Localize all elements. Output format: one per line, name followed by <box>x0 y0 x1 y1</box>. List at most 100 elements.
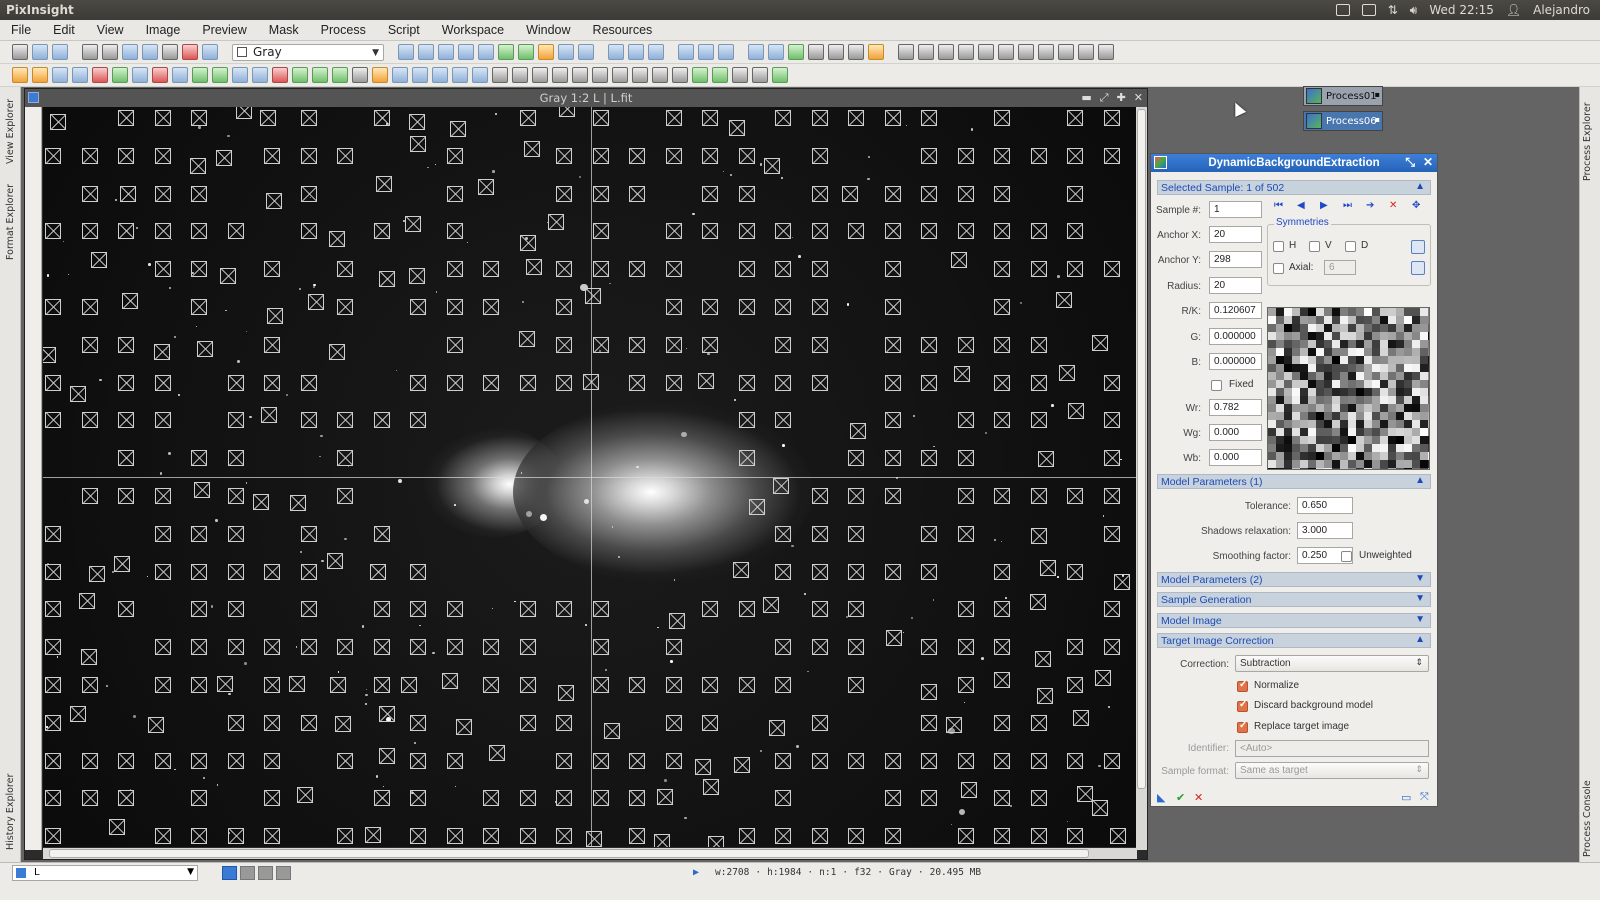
background-sample[interactable] <box>556 714 572 731</box>
fixed-checkbox[interactable] <box>1211 380 1222 391</box>
background-sample[interactable] <box>45 601 61 618</box>
scale-icon[interactable] <box>478 44 494 60</box>
radius-field[interactable]: 20 <box>1209 277 1262 294</box>
background-sample[interactable] <box>556 790 572 807</box>
background-sample[interactable] <box>1068 402 1085 419</box>
background-sample[interactable] <box>1039 560 1056 577</box>
menu-mask[interactable]: Mask <box>258 23 310 37</box>
background-sample[interactable] <box>300 563 317 580</box>
background-sample[interactable] <box>629 677 645 693</box>
background-sample[interactable] <box>957 185 974 202</box>
background-sample[interactable] <box>1058 365 1075 382</box>
background-sample[interactable] <box>446 828 463 845</box>
paste-icon[interactable] <box>102 44 118 60</box>
background-sample[interactable] <box>592 790 609 807</box>
background-sample[interactable] <box>884 412 901 429</box>
process-19-icon[interactable] <box>372 67 388 83</box>
background-sample[interactable] <box>884 488 901 504</box>
background-sample[interactable] <box>994 223 1010 240</box>
background-sample[interactable] <box>264 261 280 278</box>
background-sample[interactable] <box>738 677 755 693</box>
background-sample[interactable] <box>118 223 134 240</box>
background-sample[interactable] <box>410 601 426 618</box>
tool-2-icon[interactable] <box>1078 44 1094 60</box>
horizontal-scrollbar-thumb[interactable] <box>49 849 1089 858</box>
background-sample[interactable] <box>592 639 609 656</box>
background-sample[interactable] <box>994 563 1010 580</box>
background-sample[interactable] <box>1103 147 1120 164</box>
process-explorer-tab[interactable]: Process Explorer <box>1582 91 1599 181</box>
background-sample[interactable] <box>1029 593 1046 610</box>
background-sample[interactable] <box>1067 639 1083 656</box>
background-sample[interactable] <box>884 450 901 467</box>
background-sample[interactable] <box>520 234 537 251</box>
background-sample[interactable] <box>1067 261 1083 278</box>
background-sample[interactable] <box>1030 336 1047 353</box>
background-sample[interactable] <box>1034 650 1051 667</box>
process-8-icon[interactable] <box>152 67 168 83</box>
background-sample[interactable] <box>702 714 718 731</box>
background-sample[interactable] <box>558 107 575 118</box>
background-sample[interactable] <box>410 828 426 845</box>
background-sample[interactable] <box>108 819 125 836</box>
background-sample[interactable] <box>519 790 536 807</box>
background-sample[interactable] <box>1030 752 1047 769</box>
background-sample[interactable] <box>259 110 276 127</box>
background-sample[interactable] <box>378 747 395 764</box>
background-sample[interactable] <box>665 714 682 731</box>
mail-icon[interactable] <box>1361 4 1376 16</box>
background-sample[interactable] <box>953 366 970 383</box>
background-sample[interactable] <box>219 268 236 285</box>
background-sample[interactable] <box>81 185 98 202</box>
background-sample[interactable] <box>592 223 609 240</box>
background-sample[interactable] <box>583 374 600 391</box>
background-sample[interactable] <box>489 745 505 762</box>
background-sample[interactable] <box>775 563 791 580</box>
background-sample[interactable] <box>592 110 609 126</box>
background-sample[interactable] <box>994 828 1010 845</box>
preview-icon[interactable] <box>748 44 764 60</box>
background-sample[interactable] <box>921 525 937 542</box>
background-sample[interactable] <box>921 563 937 580</box>
background-sample[interactable] <box>45 223 61 240</box>
background-sample[interactable] <box>592 601 609 618</box>
anchor-y-field[interactable]: 298 <box>1209 251 1262 268</box>
process-21-icon[interactable] <box>412 67 428 83</box>
background-sample[interactable] <box>738 147 755 164</box>
tolerance-field[interactable]: 0.650 <box>1297 497 1353 514</box>
background-sample[interactable] <box>884 752 901 769</box>
document-icon[interactable]: ▭ <box>1401 791 1411 804</box>
background-sample[interactable] <box>81 336 98 353</box>
background-sample[interactable] <box>409 113 426 130</box>
background-sample[interactable] <box>921 336 937 353</box>
background-sample[interactable] <box>409 267 426 284</box>
background-sample[interactable] <box>118 110 134 126</box>
background-sample[interactable] <box>191 601 207 618</box>
background-sample[interactable] <box>519 677 536 693</box>
background-sample[interactable] <box>364 826 381 843</box>
background-sample[interactable] <box>446 336 463 353</box>
background-sample[interactable] <box>300 601 317 618</box>
process-39-icon[interactable] <box>772 67 788 83</box>
background-sample[interactable] <box>994 714 1010 731</box>
background-sample[interactable] <box>191 525 207 542</box>
background-sample[interactable] <box>957 412 974 429</box>
background-sample[interactable] <box>775 110 791 126</box>
new-window-icon[interactable] <box>52 44 68 60</box>
zoom-2-icon[interactable] <box>628 44 644 60</box>
process-20-icon[interactable] <box>392 67 408 83</box>
background-sample[interactable] <box>848 828 864 845</box>
background-sample[interactable] <box>191 223 207 240</box>
background-sample[interactable] <box>373 525 390 542</box>
background-sample[interactable] <box>264 336 280 353</box>
background-sample[interactable] <box>698 373 715 390</box>
background-sample[interactable] <box>702 147 718 164</box>
background-sample[interactable] <box>227 412 244 429</box>
background-sample[interactable] <box>300 223 317 240</box>
background-sample[interactable] <box>118 147 134 164</box>
background-sample[interactable] <box>775 639 791 656</box>
section-selected-sample[interactable]: Selected Sample: 1 of 502 ▲ <box>1157 180 1431 195</box>
process-28-icon[interactable] <box>552 67 568 83</box>
background-sample[interactable] <box>154 344 171 361</box>
background-sample[interactable] <box>1103 752 1120 769</box>
